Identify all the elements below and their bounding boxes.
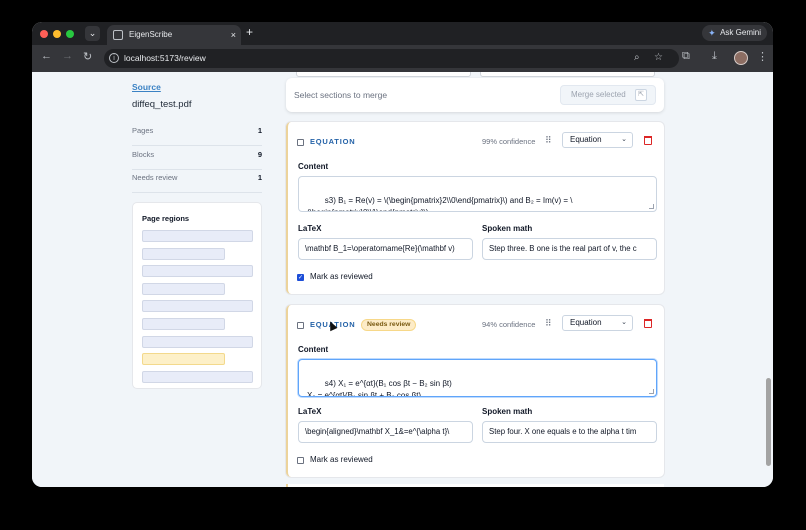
content-textarea[interactable]: s4) X₁ = e^{αt}(B₁ cos βt − B₂ sin βt) X… (298, 359, 657, 397)
browser-tab[interactable]: EigenScribe × (107, 25, 241, 45)
browser-window: ⌄ EigenScribe × + ✦ Ask Gemini ← → ↻ i l… (32, 22, 773, 487)
bookmark-star-icon[interactable]: ☆ (654, 52, 663, 63)
browser-toolbar: ← → ↻ i localhost:5173/review ⌕ ☆ ⧉ ⤓ ⋮ (32, 45, 773, 72)
tab-title: EigenScribe (129, 30, 173, 39)
delete-trash-icon[interactable] (644, 136, 652, 145)
page-scrollbar[interactable] (766, 378, 771, 466)
mark-reviewed-label[interactable]: Mark as reviewed (310, 272, 373, 281)
block-type-select[interactable]: Equation ⌄ (562, 132, 633, 148)
ask-gemini-label: Ask Gemini (720, 28, 761, 37)
latex-label: LaTeX (298, 224, 322, 233)
page-region[interactable] (142, 230, 253, 242)
shield-icon (113, 30, 123, 40)
content-text: s4) X₁ = e^{αt}(B₁ cos βt − B₂ sin βt) X… (307, 379, 452, 397)
next-block-card (286, 484, 664, 487)
back-icon[interactable]: ← (41, 50, 52, 62)
content-text: s3) B₁ = Re(v) = \(\begin{pmatrix}2\\0\e… (307, 196, 573, 211)
latex-label: LaTeX (298, 407, 322, 416)
address-bar[interactable]: i localhost:5173/review ⌕ ☆ (104, 49, 679, 68)
close-tab-icon[interactable]: × (231, 25, 236, 45)
content-textarea[interactable]: s3) B₁ = Re(v) = \(\begin{pmatrix}2\\0\e… (298, 176, 657, 212)
select-block-checkbox[interactable] (297, 139, 304, 146)
mark-reviewed-label[interactable]: Mark as reviewed (310, 455, 373, 464)
minimize-window-button[interactable] (53, 30, 61, 38)
stat-value: 9 (257, 150, 262, 159)
merge-icon: ⇱ (635, 89, 647, 101)
page-region[interactable] (142, 283, 225, 295)
block-card: EQUATION 99% confidence ⠿ Equation ⌄ Con… (286, 122, 664, 294)
page-regions-panel: Page regions (132, 202, 262, 389)
select-block-checkbox[interactable] (297, 322, 304, 329)
tab-search-button[interactable]: ⌄ (85, 26, 100, 41)
spoken-math-input[interactable]: Step three. B one is the real part of v,… (482, 238, 657, 260)
profile-avatar[interactable] (734, 51, 748, 65)
latex-input[interactable]: \begin{aligned}\mathbf X_1&=e^{\alpha t}… (298, 421, 473, 443)
page-regions-title: Page regions (142, 214, 190, 223)
resize-handle-icon[interactable] (649, 389, 654, 394)
source-filename: diffeq_test.pdf (132, 99, 192, 110)
extensions-icon[interactable]: ⧉ (682, 50, 690, 63)
previous-spoken-input[interactable] (480, 72, 655, 77)
source-link[interactable]: Source (132, 82, 161, 92)
url-text: localhost:5173/review (124, 53, 206, 63)
block-card-needs-review: EQUATION Needs review 94% confidence ⠿ E… (286, 305, 664, 477)
gemini-icon: ✦ (708, 28, 716, 38)
stat-needs-review: Needs review 1 (132, 173, 262, 193)
spoken-math-label: Spoken math (482, 224, 533, 233)
page-region[interactable] (142, 371, 253, 383)
content-label: Content (298, 162, 329, 171)
reload-icon[interactable]: ↻ (83, 50, 92, 63)
confidence-text: 94% confidence (482, 320, 536, 329)
maximize-window-button[interactable] (66, 30, 74, 38)
merge-bar: Select sections to merge Merge selected … (286, 78, 664, 112)
stat-value: 1 (257, 173, 262, 182)
site-info-icon[interactable]: i (109, 53, 119, 63)
page-region[interactable] (142, 300, 253, 312)
new-tab-button[interactable]: + (246, 25, 253, 39)
previous-latex-input[interactable] (296, 72, 471, 77)
stat-label: Blocks (132, 150, 155, 159)
stat-label: Needs review (132, 173, 178, 182)
latex-input[interactable]: \mathbf B_1=\operatorname{Re}(\mathbf v) (298, 238, 473, 260)
resize-handle-icon[interactable] (649, 204, 654, 209)
spoken-math-label: Spoken math (482, 407, 533, 416)
tab-strip: ⌄ EigenScribe × + ✦ Ask Gemini (32, 22, 773, 45)
mark-reviewed-checkbox[interactable] (297, 457, 304, 464)
needs-review-badge: Needs review (361, 319, 417, 331)
spoken-math-input[interactable]: Step four. X one equals e to the alpha t… (482, 421, 657, 443)
page-region[interactable] (142, 265, 253, 277)
merge-prompt: Select sections to merge (294, 90, 388, 100)
page-region[interactable] (142, 248, 225, 260)
block-type-select-value: Equation (570, 318, 602, 327)
block-type-select-value: Equation (570, 135, 602, 144)
stat-value: 1 (257, 126, 262, 135)
block-type-select[interactable]: Equation ⌄ (562, 315, 633, 331)
confidence-text: 99% confidence (482, 137, 536, 146)
stat-pages: Pages 1 (132, 126, 262, 146)
page-region[interactable] (142, 336, 253, 348)
chevron-down-icon: ⌄ (621, 319, 627, 326)
ask-gemini-button[interactable]: ✦ Ask Gemini (702, 25, 767, 41)
page-content: Source diffeq_test.pdf Pages 1 Blocks 9 … (32, 72, 773, 487)
merge-selected-button[interactable]: Merge selected ⇱ (560, 85, 656, 105)
close-window-button[interactable] (40, 30, 48, 38)
chevron-down-icon: ⌄ (621, 136, 627, 143)
stat-label: Pages (132, 126, 154, 135)
forward-icon[interactable]: → (62, 50, 73, 62)
drag-handle-icon[interactable]: ⠿ (545, 135, 552, 146)
download-icon[interactable]: ⤓ (712, 50, 717, 63)
menu-icon[interactable]: ⋮ (757, 50, 768, 63)
content-label: Content (298, 345, 329, 354)
drag-handle-icon[interactable]: ⠿ (545, 318, 552, 329)
block-type-label: EQUATION (310, 137, 356, 146)
stat-blocks: Blocks 9 (132, 150, 262, 170)
merge-button-label: Merge selected (571, 90, 626, 99)
zoom-icon[interactable]: ⌕ (634, 52, 640, 63)
page-region-highlighted[interactable] (142, 353, 225, 365)
page-region[interactable] (142, 318, 225, 330)
mark-reviewed-checkbox[interactable]: ✓ (297, 274, 304, 281)
delete-trash-icon[interactable] (644, 319, 652, 328)
